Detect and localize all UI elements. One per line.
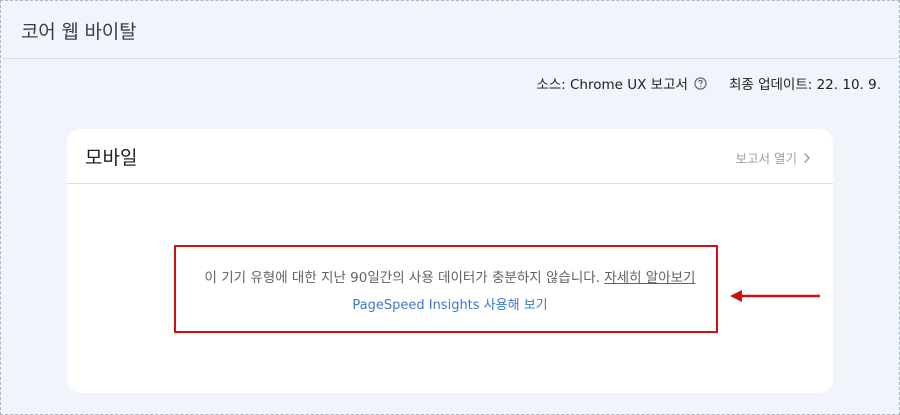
open-report-label: 보고서 열기 [735,151,797,166]
report-meta: 소스: Chrome UX 보고서 최종 업데이트: 22. 10. 9. [536,73,881,93]
arrow-left-icon [730,290,820,302]
panel-header: 코어 웹 바이탈 [2,2,898,59]
core-web-vitals-panel: 코어 웹 바이탈 소스: Chrome UX 보고서 최종 업데이트: 22. … [0,0,900,415]
annotation-highlight-box [174,245,718,333]
card-title: 모바일 [85,147,138,169]
card-header: 모바일 보고서 열기 [67,129,833,184]
page-title: 코어 웹 바이탈 [21,21,137,43]
source-label: 소스: Chrome UX 보고서 [536,77,688,93]
last-updated-label: 최종 업데이트: 22. 10. 9. [728,77,881,93]
chevron-right-icon [803,152,811,164]
help-circle-icon[interactable] [694,76,708,90]
open-report-link[interactable]: 보고서 열기 [736,148,811,167]
